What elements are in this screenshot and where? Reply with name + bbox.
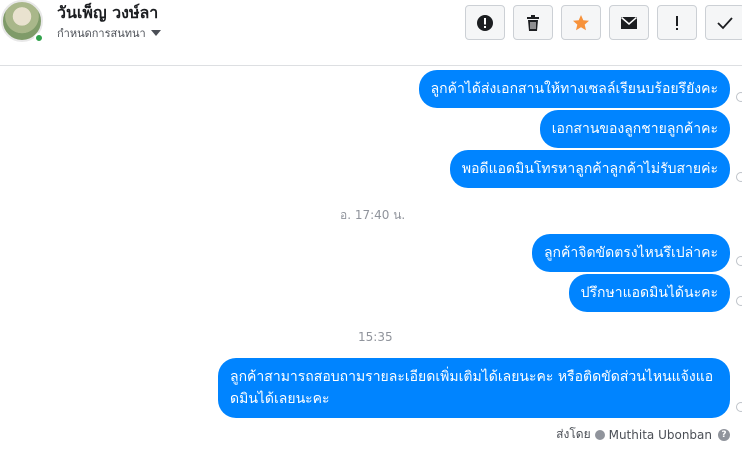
- conversation-header: วันเพ็ญ วงษ์ลา กำหนดการสนทนา: [0, 0, 742, 66]
- manage-conversation-dropdown[interactable]: กำหนดการสนทนา: [57, 24, 161, 42]
- caret-down-icon: [150, 30, 161, 36]
- message-bubble[interactable]: ลูกค้าได้ส่งเอกสานให้ทางเซลล์เรียนบร้อยร…: [418, 70, 730, 108]
- message-thread[interactable]: ลูกค้าได้ส่งเอกสานให้ทางเซลล์เรียนบร้อยร…: [0, 66, 742, 451]
- done-button[interactable]: [705, 5, 742, 40]
- seen-indicator-icon: [736, 172, 742, 182]
- online-status-icon: [34, 33, 44, 43]
- seen-indicator-icon: [736, 92, 742, 102]
- delete-button[interactable]: [513, 5, 553, 40]
- seen-indicator-icon: [736, 256, 742, 266]
- manage-conversation-label: กำหนดการสนทนา: [57, 27, 146, 40]
- sent-by-line: ส่งโดย Muthita Ubonban ?: [556, 425, 730, 444]
- message-bubble[interactable]: ลูกค้าจิดขัดตรงไหนรึเปล่าคะ: [531, 234, 730, 272]
- message-bubble[interactable]: ลูกค้าสามารถสอบถามรายละเอียดเพิ่มเติมได้…: [218, 358, 730, 418]
- sent-by-label: ส่งโดย: [556, 427, 591, 441]
- action-toolbar: [465, 5, 742, 40]
- message-bubble[interactable]: เอกสานของลูกชายลูกค้าคะ: [539, 110, 730, 148]
- message-bubble[interactable]: พอดีแอดมินโทรหาลูกค้าลูกค้าไม่รับสายค่ะ: [449, 150, 730, 188]
- spam-button[interactable]: [657, 5, 697, 40]
- trash-icon: [527, 14, 539, 31]
- star-icon: [573, 14, 589, 30]
- timestamp-divider: อ. 17:40 น.: [340, 208, 406, 222]
- mark-unread-button[interactable]: [609, 5, 649, 40]
- message-bubble[interactable]: ปรึกษาแอดมินได้นะคะ: [568, 274, 730, 312]
- exclamation-icon: [676, 15, 678, 30]
- exclamation-circle-icon: [477, 14, 493, 31]
- seen-indicator-icon: [736, 296, 742, 306]
- report-button[interactable]: [465, 5, 505, 40]
- envelope-icon: [621, 16, 637, 29]
- seen-indicator-icon: [736, 402, 742, 412]
- help-icon[interactable]: ?: [718, 428, 730, 441]
- star-button[interactable]: [561, 5, 601, 40]
- contact-name[interactable]: วันเพ็ญ วงษ์ลา: [57, 1, 158, 26]
- sender-avatar-icon: [594, 429, 605, 440]
- timestamp-divider: 15:35: [358, 330, 393, 344]
- check-icon: [717, 16, 733, 29]
- sender-name[interactable]: Muthita Ubonban: [609, 428, 712, 442]
